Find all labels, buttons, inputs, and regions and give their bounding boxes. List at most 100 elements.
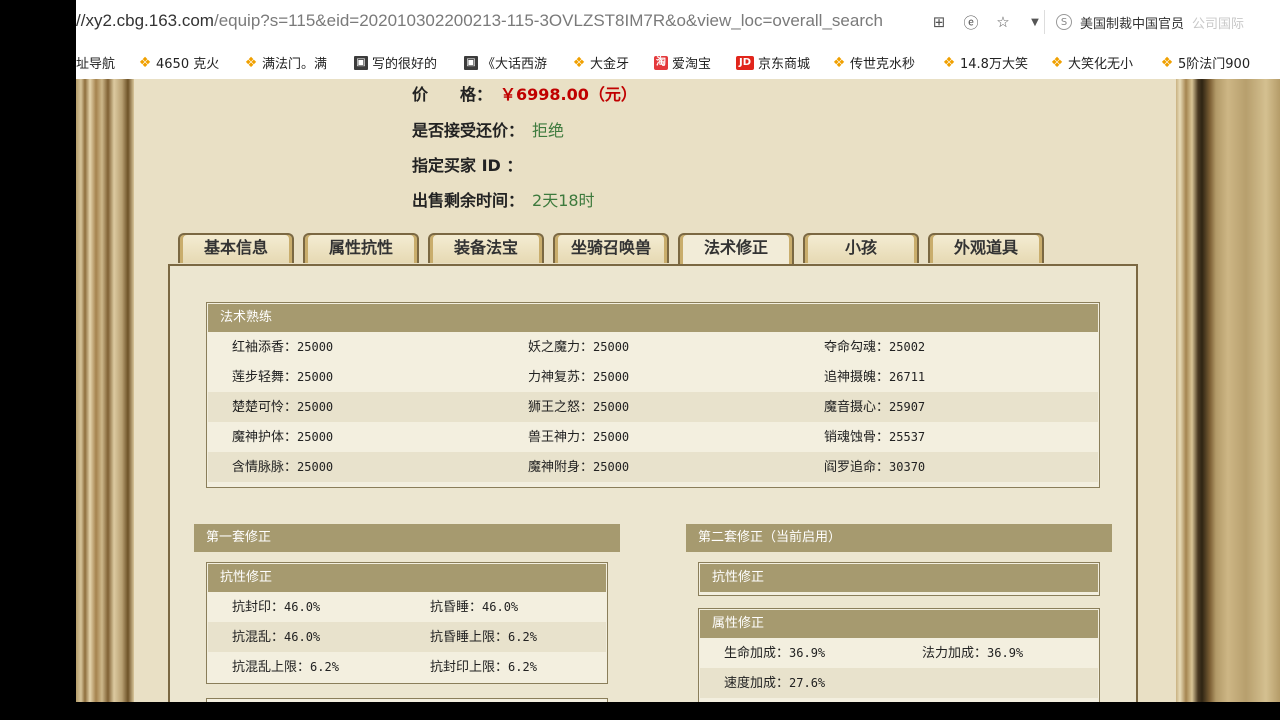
resist-entry: 抗封印上限：6.2% bbox=[430, 652, 537, 682]
bookmark-item[interactable]: ❖ 14.8万大笑 bbox=[942, 53, 1028, 73]
taobao-icon: 淘 bbox=[654, 55, 668, 70]
skill-value: 25000 bbox=[593, 340, 630, 354]
star-icon[interactable]: ☆ bbox=[994, 13, 1012, 31]
resist-entry: 抗昏睡上限：6.2% bbox=[430, 622, 537, 652]
skill-entry: 魔音摄心：25907 bbox=[824, 392, 925, 422]
jd-icon: JD bbox=[736, 55, 754, 70]
resist-value: 6.2% bbox=[508, 660, 537, 674]
skill-name: 含情脉脉： bbox=[232, 460, 298, 475]
tab-spell-modifiers[interactable]: 法术修正 bbox=[678, 233, 794, 265]
bookmark-item[interactable]: 址导航 bbox=[76, 53, 115, 72]
skill-name: 莲步轻舞： bbox=[232, 370, 298, 385]
tab-equipment[interactable]: 装备法宝 bbox=[428, 233, 544, 263]
skill-name: 魔神护体： bbox=[232, 430, 298, 445]
ie-icon[interactable]: ⓔ bbox=[962, 13, 980, 32]
skill-value: 25000 bbox=[297, 400, 334, 414]
screen-edge-left bbox=[0, 0, 76, 720]
bookmark-label: 大金牙 bbox=[590, 57, 630, 72]
decorative-border-right bbox=[1176, 79, 1280, 702]
grid-icon[interactable]: ⊞ bbox=[930, 13, 948, 31]
bookmark-item[interactable]: ▣ 《大话西游 bbox=[464, 53, 547, 72]
resist-name: 抗封印： bbox=[232, 600, 285, 615]
skill-entry: 含情脉脉：25000 bbox=[232, 452, 333, 482]
bookmark-item[interactable]: ❖ 5阶法门900 bbox=[1160, 53, 1250, 73]
skill-value: 26711 bbox=[889, 370, 926, 384]
bookmark-item[interactable]: 淘爱淘宝 bbox=[654, 53, 711, 72]
bookmark-label: 京东商城 bbox=[758, 57, 811, 72]
attr-name: 法力加成： bbox=[922, 646, 988, 661]
bookmark-star-icon: ❖ bbox=[138, 54, 152, 71]
bookmark-item[interactable]: ❖ 满法门。满 bbox=[244, 53, 327, 73]
dropdown-icon[interactable]: ▼ bbox=[1026, 13, 1044, 31]
bookmark-item[interactable]: ❖ 4650 克火 bbox=[138, 53, 220, 73]
skill-entry: 妖之魔力：25000 bbox=[528, 332, 629, 362]
skill-name: 狮王之怒： bbox=[528, 400, 594, 415]
search-ghost-text: 公司国际 bbox=[1192, 16, 1245, 32]
tab-children[interactable]: 小孩 bbox=[803, 233, 919, 263]
bookmark-image-icon: ▣ bbox=[464, 55, 478, 70]
resist-entry: 抗封印：46.0% bbox=[232, 592, 320, 622]
bookmark-star-icon: ❖ bbox=[1160, 54, 1174, 71]
bookmark-item[interactable]: ❖ 传世克水秒 bbox=[832, 53, 915, 73]
skill-name: 妖之魔力： bbox=[528, 340, 594, 355]
resist-entry: 抗混乱上限：6.2% bbox=[232, 652, 339, 682]
skill-name: 力神复苏： bbox=[528, 370, 594, 385]
skill-proficiency-title: 法术熟练 bbox=[208, 304, 1098, 332]
designated-buyer-label: 指定买家 ID ： bbox=[412, 156, 523, 175]
bookmark-label: 《大话西游 bbox=[482, 57, 548, 72]
tab-basic-info[interactable]: 基本信息 bbox=[178, 233, 294, 263]
url-path: /equip?s=115&eid=202010302200213-115-3OV… bbox=[213, 11, 883, 30]
bookmark-image-icon: ▣ bbox=[354, 55, 368, 70]
bookmark-label: 爱淘宝 bbox=[672, 57, 712, 72]
bookmark-star-icon: ❖ bbox=[1050, 54, 1064, 71]
skill-value: 25000 bbox=[297, 340, 334, 354]
skill-name: 魔音摄心： bbox=[824, 400, 890, 415]
skill-entry: 兽王神力：25000 bbox=[528, 422, 629, 452]
bookmarks-bar: 址导航 ❖ 4650 克火 ❖ 满法门。满 ▣ 写的很好的 ▣ 《大话西游 ❖ 大金牙 淘… bbox=[76, 44, 1280, 80]
resist-entry: 抗昏睡：46.0% bbox=[430, 592, 518, 622]
search-box[interactable]: S 美国制裁中国官员 公司国际 bbox=[1056, 10, 1244, 34]
skill-value: 25002 bbox=[889, 340, 926, 354]
counter-offer-label: 是否接受还价： bbox=[412, 121, 525, 140]
bookmark-item[interactable]: ❖ 大笑化无小 bbox=[1050, 53, 1133, 73]
url-text[interactable]: //xy2.cbg.163.com/equip?s=115&eid=202010… bbox=[76, 11, 883, 31]
skill-entry: 力神复苏：25000 bbox=[528, 362, 629, 392]
bookmark-item[interactable]: JD 京东商城 bbox=[736, 53, 810, 72]
tab-appearance[interactable]: 外观道具 bbox=[928, 233, 1044, 263]
skill-value: 25000 bbox=[593, 400, 630, 414]
bookmark-label: 址导航 bbox=[76, 57, 116, 72]
bookmark-star-icon: ❖ bbox=[572, 54, 586, 71]
tab-attributes[interactable]: 属性抗性 bbox=[303, 233, 419, 263]
resist-name: 抗封印上限： bbox=[430, 660, 509, 675]
tab-bar: 基本信息 属性抗性 装备法宝 坐骑召唤兽 法术修正 小孩 外观道具 bbox=[178, 233, 1044, 265]
resist-name: 抗混乱上限： bbox=[232, 660, 311, 675]
skill-entry: 销魂蚀骨：25537 bbox=[824, 422, 925, 452]
attr-value: 27.6% bbox=[789, 676, 826, 690]
attr-entry: 法力加成：36.9% bbox=[922, 638, 1023, 668]
time-left-value: 2天18时 bbox=[532, 191, 595, 210]
bookmark-item[interactable]: ❖ 大金牙 bbox=[572, 53, 630, 73]
attr-entry: 速度加成：27.6% bbox=[724, 668, 825, 698]
skill-entry: 追神摄魄：26711 bbox=[824, 362, 925, 392]
row-stripe bbox=[208, 452, 1098, 482]
skill-value: 25537 bbox=[889, 430, 926, 444]
address-bar[interactable]: //xy2.cbg.163.com/equip?s=115&eid=202010… bbox=[76, 0, 1280, 45]
toolbar-divider bbox=[1044, 10, 1045, 34]
skill-value: 25000 bbox=[593, 370, 630, 384]
resist-value: 6.2% bbox=[310, 660, 339, 674]
bookmark-label: 写的很好的 bbox=[372, 57, 438, 72]
skill-entry: 夺命勾魂：25002 bbox=[824, 332, 925, 362]
resist-value: 46.0% bbox=[482, 600, 519, 614]
tab-mounts-pets[interactable]: 坐骑召唤兽 bbox=[553, 233, 669, 263]
bookmark-item[interactable]: ▣ 写的很好的 bbox=[354, 53, 437, 72]
main-content: 价 格： ￥6998.00（元） 是否接受还价： 拒绝 指定买家 ID ： 出售剩余… bbox=[134, 79, 1176, 702]
resist-value: 46.0% bbox=[284, 600, 321, 614]
skill-entry: 莲步轻舞：25000 bbox=[232, 362, 333, 392]
bookmark-star-icon: ❖ bbox=[244, 54, 258, 71]
resist-entry: 抗混乱：46.0% bbox=[232, 622, 320, 652]
search-engine-icon[interactable]: S bbox=[1056, 14, 1072, 30]
set1-resist-title: 抗性修正 bbox=[208, 564, 606, 592]
time-left-label: 出售剩余时间： bbox=[412, 191, 525, 210]
search-text[interactable]: 美国制裁中国官员 bbox=[1080, 13, 1184, 32]
skill-name: 魔神附身： bbox=[528, 460, 594, 475]
